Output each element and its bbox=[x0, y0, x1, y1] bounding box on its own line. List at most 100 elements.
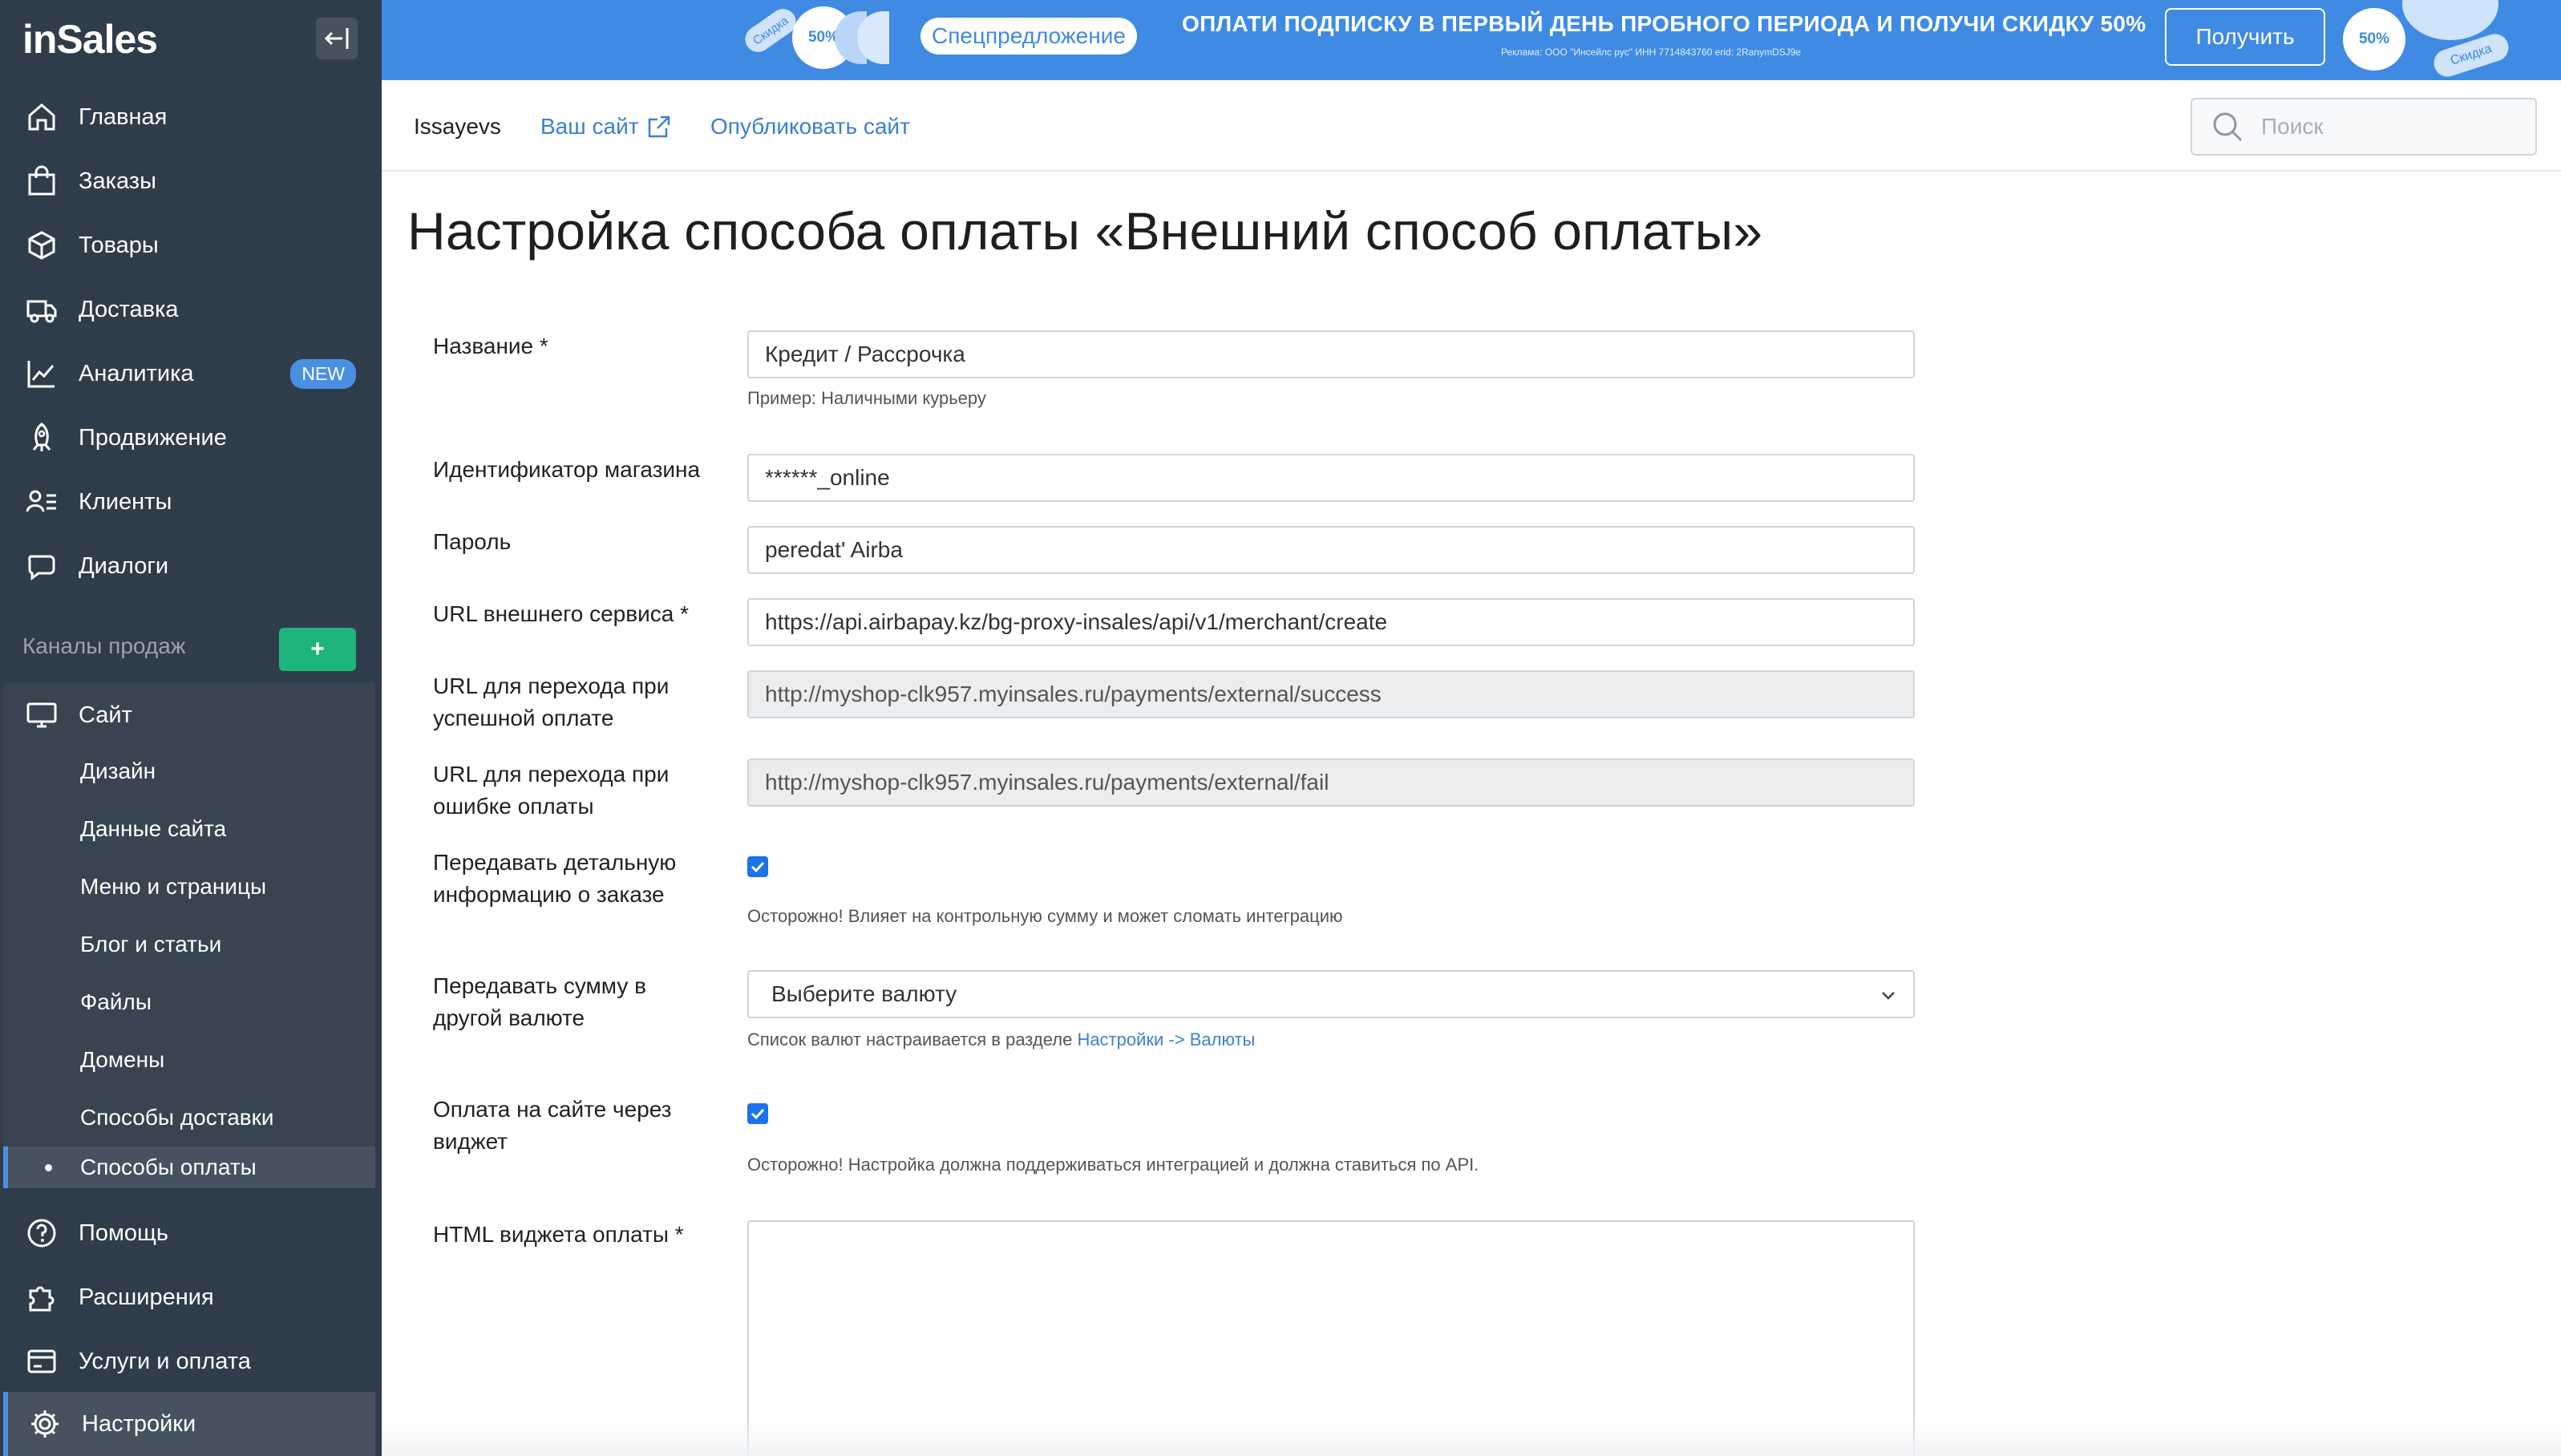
collapse-sidebar-button[interactable] bbox=[316, 18, 358, 59]
search-icon bbox=[2213, 112, 2243, 142]
external-url-label: URL внешнего сервиса * bbox=[433, 601, 690, 626]
truck-icon bbox=[22, 290, 61, 329]
sidebar-item-dialogs[interactable]: Диалоги bbox=[0, 534, 382, 598]
chat-icon bbox=[22, 547, 61, 585]
subitem-menu-pages[interactable]: Меню и страницы bbox=[3, 858, 375, 916]
shop-name: Issayevs bbox=[414, 114, 501, 139]
currency-select[interactable]: Выберите валюту bbox=[747, 970, 1915, 1018]
currency-hint-text: Список валют настраивается в разделе bbox=[747, 1029, 1078, 1050]
special-offer-pill: Спецпредложение bbox=[920, 18, 1137, 55]
fail-url-input[interactable]: http://myshop-clk957.myinsales.ru/paymen… bbox=[747, 758, 1915, 807]
sidebar-item-billing[interactable]: Услуги и оплата bbox=[0, 1329, 382, 1393]
sidebar-item-home[interactable]: Главная bbox=[0, 85, 382, 149]
billing-icon bbox=[22, 1342, 61, 1381]
sidebar-item-label: Настройки bbox=[82, 1410, 196, 1437]
analytics-chart-icon bbox=[22, 354, 61, 393]
password-input[interactable]: peredat' Airba bbox=[747, 526, 1915, 574]
subitem-payment-methods[interactable]: Способы оплаты bbox=[3, 1147, 375, 1188]
subitem-files[interactable]: Файлы bbox=[3, 973, 375, 1031]
search-input[interactable]: Поиск bbox=[2261, 114, 2324, 140]
home-icon bbox=[22, 98, 61, 136]
external-url-input[interactable]: https://api.airbapay.kz/bg-proxy-insales… bbox=[747, 598, 1915, 646]
rocket-icon bbox=[22, 419, 61, 457]
sidebar-item-orders[interactable]: Заказы bbox=[0, 149, 382, 213]
checkmark-icon bbox=[750, 861, 765, 873]
widget-hint: Осторожно! Настройка должна поддерживать… bbox=[747, 1155, 1479, 1175]
chevron-down-icon bbox=[1882, 992, 1895, 1000]
new-badge: NEW bbox=[290, 359, 356, 389]
success-url-input[interactable]: http://myshop-clk957.myinsales.ru/paymen… bbox=[747, 670, 1915, 718]
your-site-link[interactable]: Ваш сайт bbox=[540, 114, 671, 140]
page-title: Настройка способа оплаты «Внешний способ… bbox=[407, 201, 1763, 261]
bottom-fade bbox=[382, 1416, 2561, 1456]
sidebar-item-delivery[interactable]: Доставка bbox=[0, 277, 382, 342]
sidebar-item-label: Диалоги bbox=[79, 552, 169, 579]
sidebar: inSales Главная Заказы Товары Доставка А… bbox=[0, 0, 382, 1456]
subitem-delivery-methods[interactable]: Способы доставки bbox=[3, 1089, 375, 1147]
puzzle-icon bbox=[22, 1278, 61, 1316]
currency-settings-link[interactable]: Настройки -> Валюты bbox=[1077, 1029, 1255, 1050]
name-label: Название * bbox=[433, 334, 548, 358]
insales-logo[interactable]: inSales bbox=[22, 16, 158, 63]
promo-headline: ОПЛАТИ ПОДПИСКУ В ПЕРВЫЙ ДЕНЬ ПРОБНОГО П… bbox=[1182, 11, 2146, 36]
box-icon bbox=[22, 226, 61, 265]
sidebar-item-extensions[interactable]: Расширения bbox=[0, 1265, 382, 1329]
monitor-icon bbox=[22, 696, 61, 734]
sidebar-item-products[interactable]: Товары bbox=[0, 213, 382, 277]
sidebar-item-analytics[interactable]: Аналитика NEW bbox=[0, 342, 382, 406]
add-channel-button[interactable]: + bbox=[279, 628, 356, 671]
widget-checkbox[interactable] bbox=[747, 1103, 768, 1124]
sidebar-item-label: Услуги и оплата bbox=[79, 1348, 251, 1374]
sidebar-item-clients[interactable]: Клиенты bbox=[0, 470, 382, 534]
sidebar-item-settings[interactable]: Настройки bbox=[3, 1392, 375, 1456]
gear-icon bbox=[26, 1405, 64, 1443]
sidebar-item-label: Клиенты bbox=[79, 488, 172, 515]
your-site-label: Ваш сайт bbox=[540, 114, 639, 139]
subitem-design[interactable]: Дизайн bbox=[3, 742, 375, 800]
publish-site-link[interactable]: Опубликовать сайт bbox=[710, 114, 910, 140]
sidebar-item-help[interactable]: Помощь bbox=[0, 1201, 382, 1265]
success-url-label: URL для перехода при успешной оплате bbox=[433, 673, 670, 730]
subitem-blog[interactable]: Блог и статьи bbox=[3, 916, 375, 973]
detail-info-checkbox[interactable] bbox=[747, 856, 768, 877]
detail-info-label: Передавать детальную информацию о заказе bbox=[433, 850, 677, 907]
name-hint: Пример: Наличными курьеру bbox=[747, 388, 986, 408]
shop-id-label: Идентификатор магазина bbox=[433, 457, 701, 482]
sidebar-item-promotion[interactable]: Продвижение bbox=[0, 406, 382, 470]
sidebar-item-label: Заказы bbox=[79, 168, 156, 194]
name-input[interactable]: Кредит / Рассрочка bbox=[747, 330, 1915, 378]
sidebar-item-label: Расширения bbox=[79, 1284, 214, 1310]
sidebar-item-label: Продвижение bbox=[79, 424, 227, 451]
active-dot bbox=[45, 1164, 52, 1171]
fail-url-label: URL для перехода при ошибке оплаты bbox=[433, 762, 670, 819]
clients-icon bbox=[22, 483, 61, 521]
promo-banner[interactable]: Скидка 50% Спецпредложение ОПЛАТИ ПОДПИС… bbox=[382, 0, 2561, 80]
currency-label: Передавать сумму в другой валюте bbox=[433, 973, 646, 1030]
sidebar-item-label: Помощь bbox=[79, 1219, 169, 1246]
sidebar-item-label: Товары bbox=[79, 232, 159, 258]
currency-select-value: Выберите валюту bbox=[771, 981, 957, 1006]
promo-fine-print: Реклама: ООО "Инсейлс рус" ИНН 771484376… bbox=[1501, 47, 1802, 58]
top-bar: Issayevs Ваш сайт Опубликовать сайт Поис… bbox=[382, 80, 2561, 172]
subitem-site-data[interactable]: Данные сайта bbox=[3, 800, 375, 858]
site-group: Сайт Дизайн Данные сайта Меню и страницы… bbox=[3, 683, 375, 1188]
shop-id-input[interactable]: ******_online bbox=[747, 454, 1915, 502]
sidebar-item-label: Сайт bbox=[79, 702, 132, 728]
orders-bag-icon bbox=[22, 162, 61, 200]
sidebar-item-site[interactable]: Сайт bbox=[3, 683, 375, 747]
discount-badge-right: 50% bbox=[2348, 13, 2401, 66]
discount-tag-left: Скидка bbox=[740, 3, 801, 58]
sidebar-item-label: Главная bbox=[79, 103, 168, 130]
sales-channels-title: Каналы продаж bbox=[22, 633, 186, 658]
decor-shape bbox=[2402, 0, 2498, 40]
currency-hint: Список валют настраивается в разделе Нас… bbox=[747, 1029, 1255, 1050]
checkmark-icon bbox=[750, 1108, 765, 1120]
sidebar-item-label: Аналитика bbox=[79, 360, 194, 386]
detail-info-hint: Осторожно! Влияет на контрольную сумму и… bbox=[747, 906, 1343, 926]
subitem-domains[interactable]: Домены bbox=[3, 1031, 375, 1089]
sidebar-item-label: Доставка bbox=[79, 296, 179, 322]
get-offer-button[interactable]: Получить bbox=[2165, 8, 2325, 66]
search-box[interactable]: Поиск bbox=[2191, 98, 2537, 156]
widget-html-label: HTML виджета оплаты * bbox=[433, 1222, 684, 1247]
help-icon bbox=[22, 1214, 61, 1252]
